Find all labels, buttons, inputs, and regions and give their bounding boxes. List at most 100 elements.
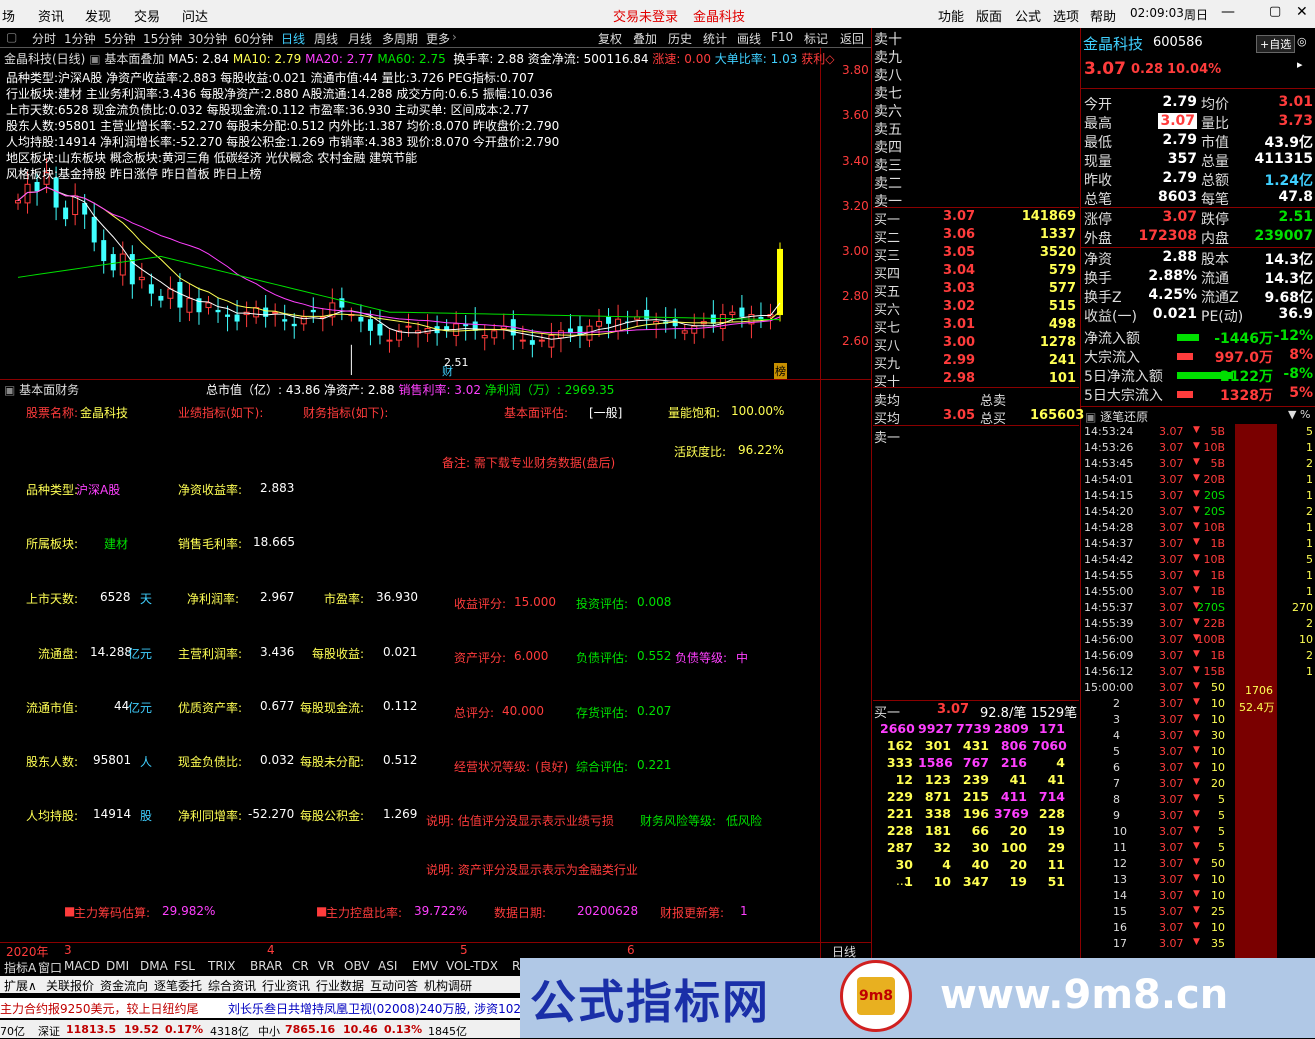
tick-arrow-icon: ▼ — [1193, 713, 1200, 723]
ask-level-label[interactable]: 卖九 — [874, 47, 902, 67]
tick-price: 3.07 — [1159, 489, 1184, 502]
period-tab[interactable]: 1分钟 — [64, 30, 96, 47]
toolbar-button[interactable]: 画线 — [737, 30, 761, 47]
list-marker[interactable]: 榜 — [774, 363, 787, 379]
bid-level-row[interactable]: 买八 3.00 1278 — [873, 335, 1078, 354]
info-tab[interactable]: 关联报价 — [46, 977, 94, 994]
menu-item-options[interactable]: 选项 — [1053, 6, 1079, 25]
bid-level-row[interactable]: 买二 3.06 1337 — [873, 227, 1078, 246]
indicator-tab[interactable]: DMI — [106, 959, 129, 973]
ask-level-label[interactable]: 卖三 — [874, 155, 902, 175]
toolbar-button[interactable]: 返回 — [840, 30, 864, 47]
ask-level-label[interactable]: 卖一 — [874, 191, 902, 211]
bid-level-row[interactable]: 买四 3.04 579 — [873, 263, 1078, 282]
indicator-tab[interactable]: CR — [292, 959, 309, 973]
candle-body — [215, 309, 221, 313]
tick-arrow-icon: ▼ — [1193, 489, 1200, 499]
period-tab[interactable]: 周线 — [314, 30, 338, 47]
bid-level-row[interactable]: 买七 3.01 498 — [873, 317, 1078, 336]
indicator-tab[interactable]: FSL — [174, 959, 195, 973]
settings-icon[interactable]: ◎ — [1297, 35, 1307, 48]
indicator-tab[interactable]: 窗口 — [38, 959, 62, 976]
period-tab[interactable]: 月线 — [348, 30, 372, 47]
period-tab[interactable]: 5分钟 — [104, 30, 136, 47]
queue-more[interactable]: .... — [896, 874, 911, 888]
expand-icon[interactable]: ▸ — [1297, 58, 1303, 71]
period-tab[interactable]: 15分钟 — [143, 30, 182, 47]
maximize-icon[interactable]: ▢ — [1269, 4, 1281, 19]
info-tab[interactable]: 综合资讯 — [208, 977, 256, 994]
info-tab[interactable]: 行业资讯 — [262, 977, 310, 994]
period-tab[interactable]: 分时 — [32, 30, 56, 47]
more-chevron-icon[interactable]: › — [452, 30, 457, 44]
indicator-tab[interactable]: BRAR — [250, 959, 283, 973]
menu-item-ask[interactable]: 问达 — [182, 6, 208, 25]
ticks-menu-icon[interactable]: ▼ % — [1288, 408, 1310, 421]
indicator-tab[interactable]: MACD — [64, 959, 100, 973]
candle-body — [548, 334, 555, 348]
menu-item-news[interactable]: 资讯 — [38, 6, 64, 25]
toolbar-menu-icon[interactable]: ▢ — [6, 30, 17, 44]
info-tab[interactable]: 机构调研 — [424, 977, 472, 994]
period-tab-active[interactable]: 日线 — [281, 30, 305, 47]
toolbar-button[interactable]: 历史 — [668, 30, 692, 47]
ticker-text[interactable]: 主力合约报9250美元，较上日纽约尾 — [0, 1000, 199, 1017]
ask-level-label[interactable]: 卖七 — [874, 83, 902, 103]
indicator-tab[interactable]: ASI — [378, 959, 397, 973]
bid-level-row[interactable]: 买六 3.02 515 — [873, 299, 1078, 318]
toolbar-button[interactable]: F10 — [771, 30, 793, 44]
status-index-name[interactable]: 深证 — [38, 1023, 60, 1039]
bid-level-row[interactable]: 买三 3.05 3520 — [873, 245, 1078, 264]
finance-marker[interactable]: 财 — [442, 363, 453, 379]
status-index-name[interactable]: 中小 — [258, 1023, 280, 1039]
indicator-tab[interactable]: VOL-TDX — [446, 959, 498, 973]
toolbar-button[interactable]: 标记 — [804, 30, 828, 47]
menu-item-trade[interactable]: 交易 — [134, 6, 160, 25]
panel-toggle-icon[interactable]: ▣ — [1085, 410, 1096, 424]
menu-item-formula[interactable]: 公式 — [1015, 6, 1041, 25]
menu-partial[interactable]: 场 — [2, 6, 15, 25]
tick-time: 11 — [1113, 841, 1127, 854]
indicator-tab[interactable]: TRIX — [208, 959, 235, 973]
indicator-tab[interactable]: OBV — [344, 959, 370, 973]
close-icon[interactable]: ✕ — [1296, 4, 1308, 20]
info-tab[interactable]: 资金流向 — [100, 977, 148, 994]
news-ticker[interactable]: 主力合约报9250美元，较上日纽约尾 刘长乐叁日共增持凤凰卫视(02008)24… — [0, 998, 520, 1018]
minimize-icon[interactable]: — — [1221, 4, 1235, 20]
period-tab[interactable]: 多周期 — [382, 30, 418, 47]
candle-body — [91, 216, 97, 243]
period-tab[interactable]: 60分钟 — [234, 30, 273, 47]
info-tab[interactable]: 互动问答 — [370, 977, 418, 994]
menu-item-function[interactable]: 功能 — [938, 6, 964, 25]
bid-level-row[interactable]: 买五 3.03 577 — [873, 281, 1078, 300]
toolbar-button[interactable]: 叠加 — [633, 30, 657, 47]
period-tab[interactable]: 30分钟 — [188, 30, 227, 47]
menu-item-discover[interactable]: 发现 — [85, 6, 111, 25]
bid-level-row[interactable]: 买九 2.99 241 — [873, 353, 1078, 372]
login-status[interactable]: 交易未登录 — [613, 6, 678, 25]
ask-level-label[interactable]: 卖四 — [874, 137, 902, 157]
tick-row: 14:53:26 3.07 ▼ 10B 1 — [1083, 441, 1315, 457]
add-watchlist-button[interactable]: +自选 — [1256, 35, 1296, 53]
period-tab-more[interactable]: 更多 — [426, 30, 450, 47]
toolbar-button[interactable]: 复权 — [598, 30, 622, 47]
indicator-tab[interactable]: DMA — [140, 959, 168, 973]
ask-level-label[interactable]: 卖十 — [874, 29, 902, 49]
indicator-tab[interactable]: VR — [318, 959, 335, 973]
menu-item-help[interactable]: 帮助 — [1090, 6, 1116, 25]
ticker-text[interactable]: 刘长乐叁日共增持凤凰卫视(02008)240万股, 涉资102万 — [228, 1000, 520, 1017]
ask-level-label[interactable]: 卖二 — [874, 173, 902, 193]
info-tab[interactable]: 扩展∧ — [4, 977, 37, 994]
info-tab[interactable]: 逐笔委托 — [154, 977, 202, 994]
info-tab[interactable]: 行业数据 — [316, 977, 364, 994]
bid-level-row[interactable]: 买一 3.07 141869 — [873, 209, 1078, 228]
menu-item-layout[interactable]: 版面 — [976, 6, 1002, 25]
overlay-toggle-icon[interactable]: ▣ — [89, 52, 100, 66]
ask-level-label[interactable]: 卖五 — [874, 119, 902, 139]
indicator-tab[interactable]: EMV — [412, 959, 438, 973]
ask-level-label[interactable]: 卖六 — [874, 101, 902, 121]
ask-level-label[interactable]: 卖八 — [874, 65, 902, 85]
overlay-label[interactable]: 基本面叠加 — [104, 52, 164, 66]
toolbar-button[interactable]: 统计 — [703, 30, 727, 47]
indicator-tab[interactable]: 指标A — [4, 959, 36, 976]
